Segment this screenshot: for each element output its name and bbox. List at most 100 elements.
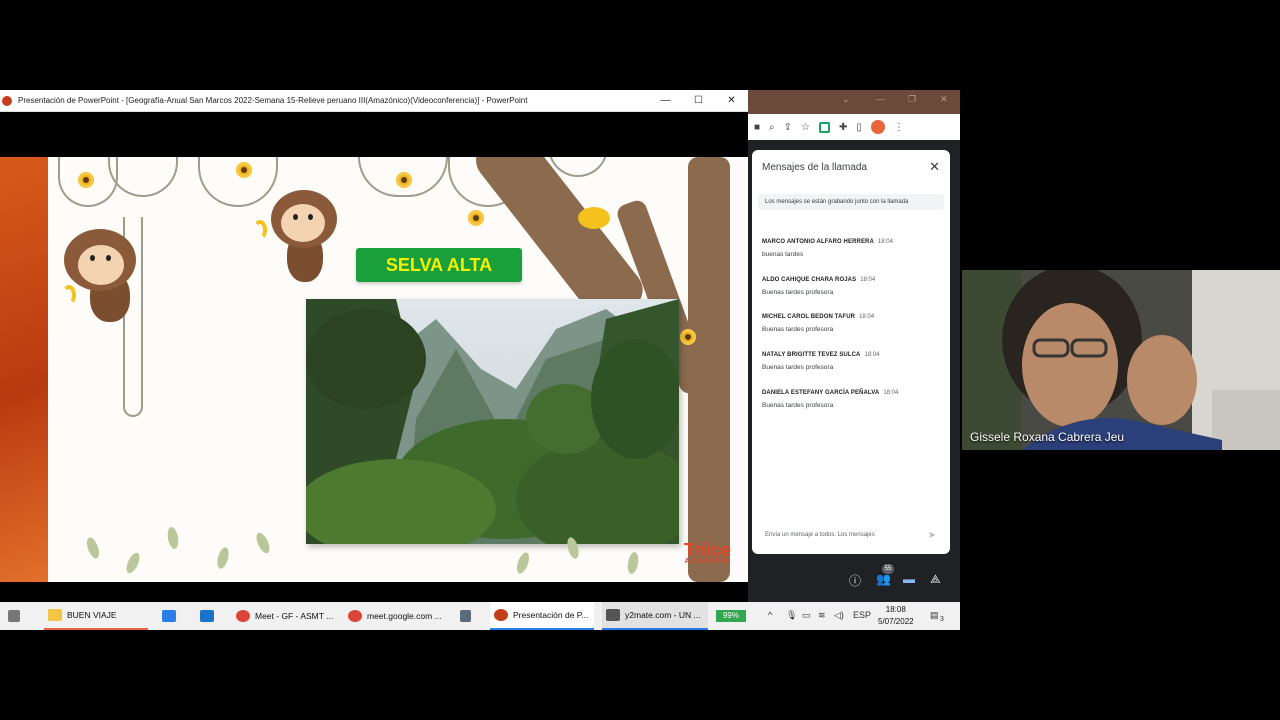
bookmark-star-icon[interactable]: ☆: [801, 122, 810, 133]
taskbar-item-y2mate[interactable]: y2mate.com - UN ...: [602, 602, 708, 630]
calculator-icon: [460, 610, 471, 622]
chevron-down-icon[interactable]: ⌄: [842, 94, 850, 105]
leaf-decoration: [166, 526, 180, 550]
microphone-icon[interactable]: 🎙: [786, 610, 797, 621]
meet-header: [748, 140, 960, 148]
puzzle-icon[interactable]: ✚: [839, 122, 847, 133]
taskbar-label: Presentación de P...: [513, 610, 589, 620]
battery-icon[interactable]: ▭: [802, 610, 811, 621]
info-icon[interactable]: ⓘ: [849, 572, 861, 589]
sender-name: ALDO CAHIQUE CHARA ROJAS: [762, 277, 857, 283]
vine-decoration: [108, 157, 178, 197]
participant-name: Gissele Roxana Cabrera Jeu: [970, 430, 1125, 444]
chat-message: MICHEL CAROL BEDON TAFUR 18:04 Buenas tar…: [762, 305, 942, 333]
sidepanel-icon[interactable]: ▯: [856, 122, 862, 133]
chat-message: NATALY BRIGITTE TEVEZ SULCA 18:04 Buenas …: [762, 343, 942, 371]
leaf-decoration: [215, 546, 231, 570]
slideshow-bottom-bar: [0, 582, 748, 602]
taskbar-label: Meet - GF - ASMT ...: [255, 611, 334, 621]
people-count-badge: 55: [882, 564, 894, 574]
chat-message: ALDO CAHIQUE CHARA ROJAS 18:04 Buenas tar…: [762, 268, 942, 296]
powerpoint-icon: [494, 609, 508, 621]
taskbar-item-meet[interactable]: Meet - GF - ASMT ...: [232, 602, 334, 630]
chat-message-input[interactable]: Envía un mensaje a todos. Los mensajes: [758, 526, 944, 544]
browser-icon: [606, 609, 620, 621]
taskbar-item-powerpoint[interactable]: Presentación de P...: [490, 602, 594, 630]
notification-count: 3: [940, 616, 944, 623]
message-time: 18:04: [859, 314, 875, 320]
leaf-decoration: [84, 535, 102, 561]
zoom-icon[interactable]: ⌕: [769, 122, 775, 133]
leaf-decoration: [253, 530, 273, 556]
extension-icon[interactable]: [819, 121, 831, 133]
close-icon[interactable]: ✕: [940, 94, 948, 105]
wifi-icon[interactable]: ≋: [818, 610, 826, 621]
chat-icon[interactable]: ▬: [903, 572, 915, 586]
message-text: Buenas tardes profesora: [762, 402, 834, 409]
chat-panel: Mensajes de la llamada ✕ Los mensajes se…: [752, 150, 950, 554]
monkey-illustration: [60, 227, 160, 327]
powerpoint-titlebar: Presentación de PowerPoint - [Geografía-…: [0, 90, 748, 112]
maximize-button[interactable]: ☐: [682, 95, 715, 106]
taskbar-label: meet.google.com ...: [367, 611, 442, 621]
camera-icon[interactable]: ■: [754, 122, 760, 133]
message-time: 18:04: [883, 390, 899, 396]
message-text: buenas tardes: [762, 251, 804, 258]
message-text: Buenas tardes profesora: [762, 364, 834, 371]
restore-icon[interactable]: ❐: [908, 94, 916, 105]
tree-trunk: [688, 157, 730, 582]
minimize-icon[interactable]: —: [876, 94, 885, 104]
taskbar-item-meet-web[interactable]: meet.google.com ...: [344, 602, 446, 630]
minimize-button[interactable]: —: [649, 95, 682, 106]
activities-icon[interactable]: ⟁: [930, 572, 941, 587]
close-button[interactable]: ✕: [715, 95, 748, 106]
taskbar-item-calculator[interactable]: [456, 602, 471, 630]
chrome-icon: [236, 610, 250, 622]
language-indicator[interactable]: ESP: [853, 610, 871, 620]
battery-indicator[interactable]: 99%: [716, 610, 746, 622]
system-clock[interactable]: 18:08 5/07/2022: [878, 604, 914, 628]
task-view-icon: [8, 610, 20, 622]
participant-video-tile: Gissele Roxana Cabrera Jeu: [962, 270, 1280, 450]
clock-time: 18:08: [885, 605, 906, 614]
chat-title: Mensajes de la llamada: [762, 162, 868, 173]
notification-icon[interactable]: ▤: [930, 610, 939, 621]
leaf-decoration: [514, 550, 532, 576]
taskbar-item-folder[interactable]: BUEN VIAJE: [44, 602, 148, 630]
close-icon[interactable]: ✕: [929, 159, 940, 175]
taskbar-label: BUEN VIAJE: [67, 610, 117, 620]
task-view-button[interactable]: [4, 602, 20, 630]
share-icon[interactable]: ⇪: [784, 122, 792, 133]
message-time: 18:04: [877, 239, 893, 245]
sender-name: MARCO ANTONIO ALFARO HERRERA: [762, 239, 874, 245]
chat-message: DANIELA ESTEFANY GARCÍA PEÑALVA 18:04 Bue…: [762, 381, 942, 409]
slide-canvas: SELVA ALTA Trilce ACADEMIA: [48, 157, 748, 582]
more-menu-icon[interactable]: ⋮: [894, 122, 904, 133]
profile-avatar-icon[interactable]: [870, 120, 885, 134]
meet-controls: ⓘ 👥 55 ▬ ⟁: [748, 560, 960, 600]
people-icon[interactable]: 👥: [876, 572, 891, 586]
flower-icon: [680, 329, 696, 345]
sender-name: NATALY BRIGITTE TEVEZ SULCA: [762, 352, 861, 358]
mail-icon: [200, 610, 214, 622]
volume-icon[interactable]: ◁): [834, 610, 844, 621]
message-time: 18:04: [860, 277, 876, 283]
mountain-jungle-image: [306, 299, 679, 544]
slideshow-background: [0, 112, 748, 157]
jungle-photo: [306, 299, 679, 544]
windows-taskbar: BUEN VIAJE Meet - GF - ASMT ... meet.goo…: [0, 602, 960, 630]
chrome-titlebar: ⌄ — ❐ ✕: [748, 90, 960, 114]
flower-icon: [236, 162, 252, 178]
store-icon: [162, 610, 176, 622]
send-icon[interactable]: ➤: [928, 530, 936, 541]
monkey-illustration: [253, 182, 353, 292]
powerpoint-icon: [2, 95, 12, 106]
chevron-up-icon[interactable]: ^: [768, 610, 772, 620]
flower-icon: [396, 172, 412, 188]
slide-title: SELVA ALTA: [356, 248, 522, 282]
sender-name: DANIELA ESTEFANY GARCÍA PEÑALVA: [762, 390, 880, 396]
chat-message: MARCO ANTONIO ALFARO HERRERA 18:04 buenas…: [762, 230, 942, 258]
taskbar-item-store[interactable]: [158, 602, 176, 630]
taskbar-item-mail[interactable]: [196, 602, 214, 630]
taskbar-label: y2mate.com - UN ...: [625, 610, 701, 620]
